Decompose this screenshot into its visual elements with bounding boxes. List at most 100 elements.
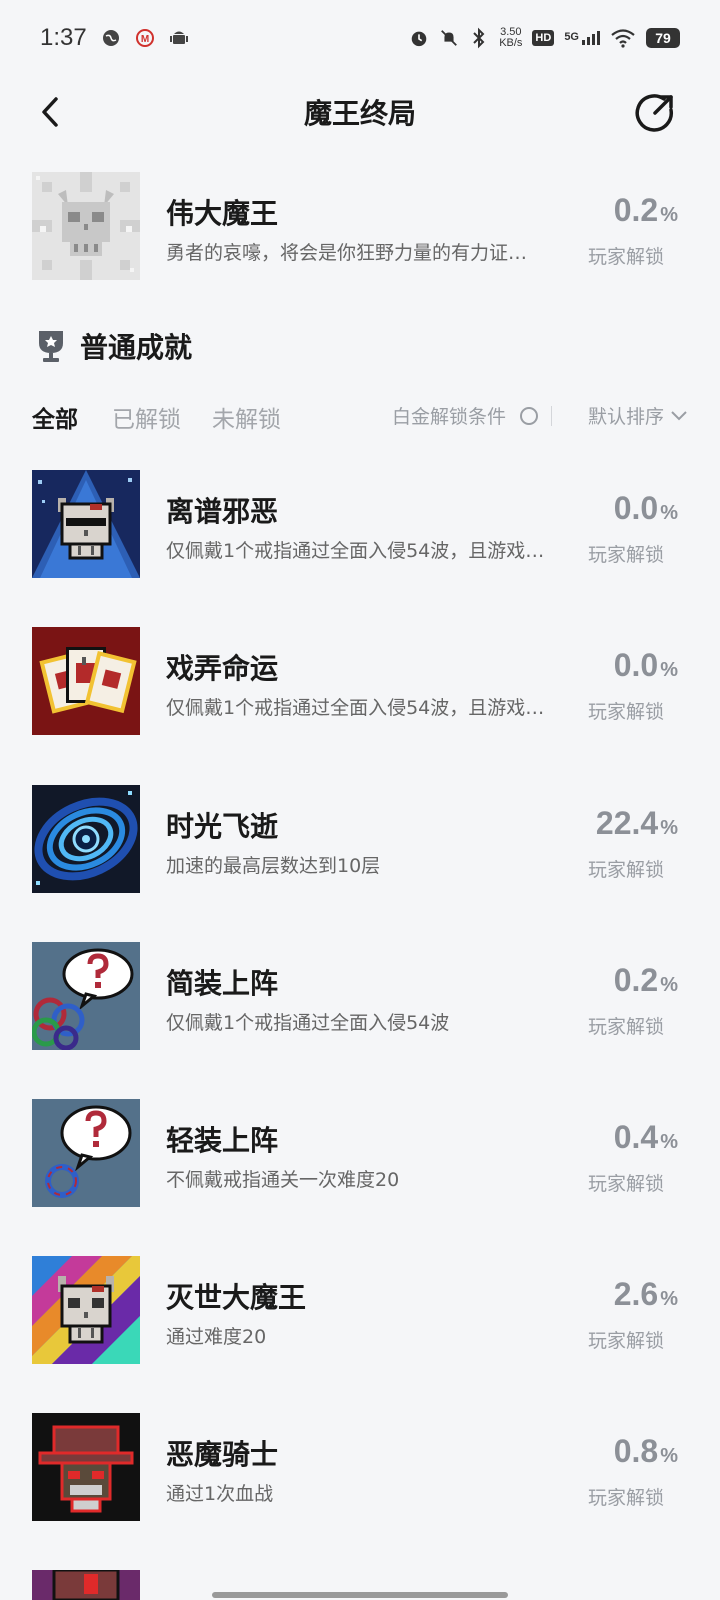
unlock-percent-unit: % xyxy=(660,974,678,996)
unlock-percent-unit: % xyxy=(660,502,678,524)
chevron-left-icon xyxy=(42,97,58,127)
achievement-badge-rings-question-icon xyxy=(32,942,140,1050)
home-indicator[interactable] xyxy=(212,1592,508,1598)
browser-globe-icon xyxy=(101,28,121,48)
achievement-desc: 仅佩戴1个戒指通过全面入侵54波，且游戏… xyxy=(166,540,545,562)
unlock-label: 玩家解锁 xyxy=(587,544,664,566)
list-item[interactable]: 轻装上阵 不佩戴戒指通关一次难度20 0.4% 玩家解锁 xyxy=(0,1099,720,1209)
sort-label: 默认排序 xyxy=(587,406,664,428)
platinum-condition-toggle[interactable]: 白金解锁条件 xyxy=(392,402,538,429)
achievement-desc: 通过难度20 xyxy=(166,1326,267,1348)
unlock-percent-unit: % xyxy=(660,817,678,839)
featured-achievement[interactable]: 伟大魔王 勇者的哀嚎，将会是你狂野力量的有力证… 0.2% 玩家解锁 xyxy=(0,172,720,282)
achievement-name: 离谱邪恶 xyxy=(166,495,279,528)
achievement-badge-ring-question-icon xyxy=(32,1099,140,1207)
network-type: 5G xyxy=(564,31,579,43)
achievement-desc: 仅佩戴1个戒指通过全面入侵54波，且游戏… xyxy=(166,697,545,719)
bank-app-icon: M xyxy=(135,28,155,48)
achievement-name: 伟大魔王 xyxy=(166,197,279,230)
unlock-percent: 0.8% xyxy=(614,1433,678,1470)
unlock-percent: 2.6% xyxy=(614,1276,678,1313)
unlock-label: 玩家解锁 xyxy=(587,1173,664,1195)
speed-unit: KB/s xyxy=(499,37,523,49)
achievement-name: 戏弄命运 xyxy=(166,652,279,685)
platinum-condition-label: 白金解锁条件 xyxy=(391,406,506,428)
unlock-percent: 0.0% xyxy=(614,490,678,527)
list-item[interactable]: 戏弄命运 仅佩戴1个戒指通过全面入侵54波，且游戏… 0.0% 玩家解锁 xyxy=(0,627,720,737)
achievement-desc: 通过1次血战 xyxy=(166,1483,274,1505)
unlock-percent: 0.4% xyxy=(614,1119,678,1156)
unlock-percent-value: 0.2 xyxy=(613,192,659,228)
unlock-percent: 0.2% xyxy=(614,962,678,999)
network-speed: 3.50 KB/s xyxy=(499,27,522,49)
unlock-percent-value: 0.0 xyxy=(613,647,659,683)
trophy-icon xyxy=(39,331,63,362)
unlock-label: 玩家解锁 xyxy=(587,701,664,723)
section-title: 普通成就 xyxy=(80,331,193,364)
unlock-percent-value: 0.0 xyxy=(613,490,659,526)
unlock-percent-value: 0.4 xyxy=(613,1119,659,1155)
unlock-percent: 22.4% xyxy=(596,805,678,842)
signal-5g: 5G xyxy=(564,31,600,45)
page-title: 魔王终局 xyxy=(303,97,416,130)
unlock-percent-value: 22.4 xyxy=(595,805,659,841)
list-item[interactable]: 离谱邪恶 仅佩戴1个戒指通过全面入侵54波，且游戏… 0.0% 玩家解锁 xyxy=(0,470,720,580)
achievement-name: 轻装上阵 xyxy=(166,1124,279,1157)
list-item[interactable]: 灭世大魔王 通过难度20 2.6% 玩家解锁 xyxy=(0,1256,720,1366)
unlock-label: 玩家解锁 xyxy=(587,1487,664,1509)
unlock-percent-unit: % xyxy=(660,1445,678,1467)
tab-all[interactable]: 全部 xyxy=(32,400,78,434)
unlock-percent-unit: % xyxy=(660,659,678,681)
achievement-name: 时光飞逝 xyxy=(166,810,279,843)
android-icon xyxy=(169,28,189,48)
top-nav-bar: 魔王终局 xyxy=(0,80,720,144)
achievement-name: 简装上阵 xyxy=(166,967,279,1000)
filter-divider xyxy=(551,406,552,426)
unlock-percent-value: 0.2 xyxy=(613,962,659,998)
sort-dropdown[interactable]: 默认排序 xyxy=(588,402,688,429)
battery-indicator: 79 xyxy=(646,28,680,48)
radio-circle-icon xyxy=(520,406,538,425)
filter-bar: 全部 已解锁 未解锁 白金解锁条件 默认排序 xyxy=(32,400,688,440)
status-time: 1:37 xyxy=(40,24,87,51)
section-header: 普通成就 xyxy=(36,326,192,366)
achievement-badge-evil-skull-icon xyxy=(32,470,140,578)
list-item[interactable]: 恶魔骑士 通过1次血战 0.8% 玩家解锁 xyxy=(0,1413,720,1523)
status-bar: 1:37 M 3.50 KB/s HD 5G 79 xyxy=(0,0,720,76)
achievement-badge-partial-icon xyxy=(32,1570,140,1600)
wifi-icon xyxy=(610,28,636,48)
tab-unlocked[interactable]: 已解锁 xyxy=(112,400,181,434)
achievement-name: 灭世大魔王 xyxy=(166,1281,307,1314)
unlock-percent: 0.0% xyxy=(614,647,678,684)
share-button[interactable] xyxy=(634,92,676,134)
unlock-label: 玩家解锁 xyxy=(587,1016,664,1038)
alarm-icon xyxy=(409,28,429,48)
tab-locked[interactable]: 未解锁 xyxy=(212,400,281,434)
achievement-name: 恶魔骑士 xyxy=(166,1438,279,1471)
achievement-badge-skull-icon xyxy=(32,172,140,280)
achievement-desc: 不佩戴戒指通关一次难度20 xyxy=(166,1169,400,1191)
list-item[interactable]: 时光飞逝 加速的最高层数达到10层 22.4% 玩家解锁 xyxy=(0,785,720,895)
achievement-badge-rainbow-skull-icon xyxy=(32,1256,140,1364)
bluetooth-icon xyxy=(469,27,489,49)
achievement-desc: 加速的最高层数达到10层 xyxy=(166,855,381,877)
achievement-badge-demon-knight-icon xyxy=(32,1413,140,1521)
achievement-badge-cards-icon xyxy=(32,627,140,735)
achievement-badge-vortex-icon xyxy=(32,785,140,893)
unlock-label: 玩家解锁 xyxy=(587,1330,664,1352)
unlock-label: 玩家解锁 xyxy=(587,859,664,881)
unlock-percent-unit: % xyxy=(660,1288,678,1310)
achievement-desc: 仅佩戴1个戒指通过全面入侵54波 xyxy=(166,1012,450,1034)
unlock-label: 玩家解锁 xyxy=(587,246,664,268)
unlock-percent-unit: % xyxy=(660,204,678,226)
back-button[interactable] xyxy=(34,94,70,130)
mute-bell-icon xyxy=(439,28,459,48)
status-bar-left: 1:37 M xyxy=(40,24,189,52)
unlock-percent-unit: % xyxy=(660,1131,678,1153)
list-item[interactable]: 简装上阵 仅佩戴1个戒指通过全面入侵54波 0.2% 玩家解锁 xyxy=(0,942,720,1052)
share-icon xyxy=(635,94,673,132)
signal-bars-icon xyxy=(582,31,600,45)
unlock-percent-value: 2.6 xyxy=(613,1276,659,1312)
unlock-percent: 0.2% xyxy=(614,192,678,229)
achievement-desc: 勇者的哀嚎，将会是你狂野力量的有力证… xyxy=(166,242,528,264)
